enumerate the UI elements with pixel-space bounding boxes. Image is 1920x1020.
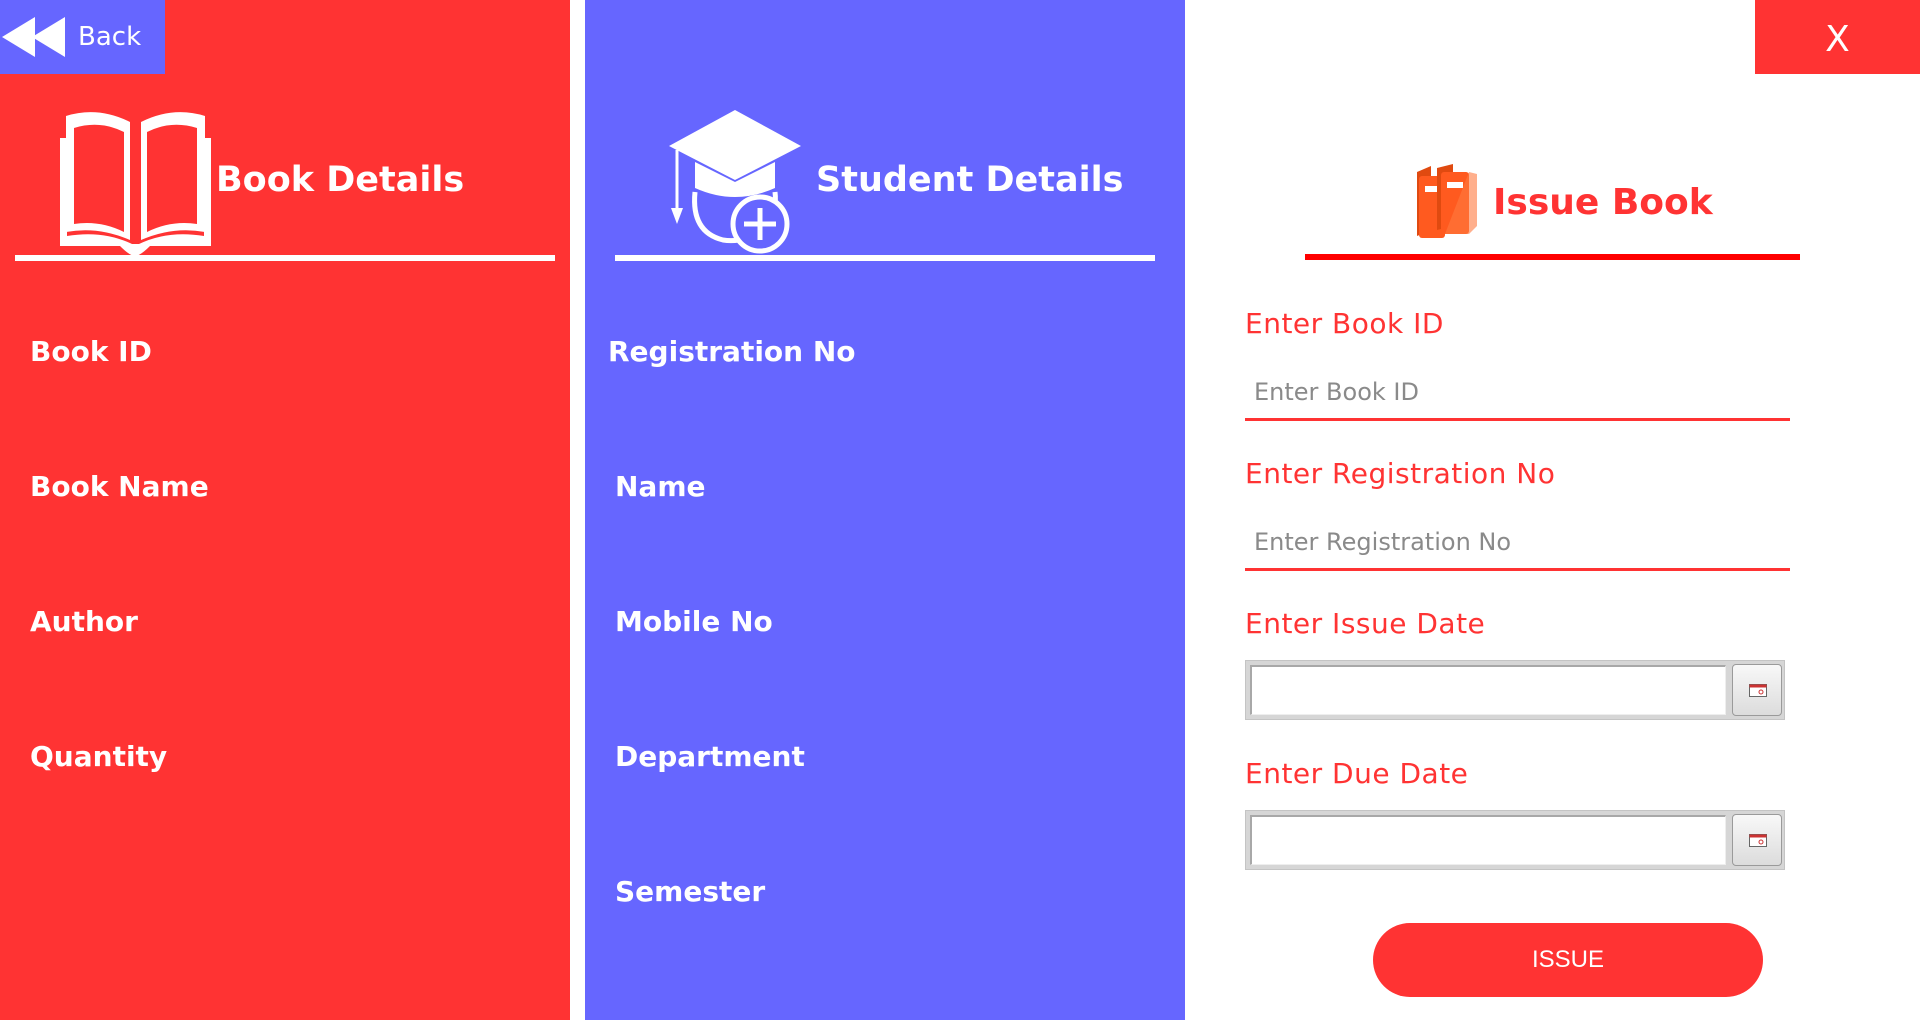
- book-id-label: Book ID: [30, 335, 152, 368]
- rewind-icon: [2, 17, 65, 57]
- open-book-icon: [60, 112, 211, 256]
- issue-button[interactable]: ISSUE: [1373, 923, 1763, 997]
- issue-date-field[interactable]: [1250, 665, 1726, 715]
- back-button[interactable]: Back: [0, 0, 165, 74]
- mobile-no-label: Mobile No: [615, 605, 773, 638]
- issue-book-title: Issue Book: [1493, 182, 1713, 223]
- student-details-divider: [615, 255, 1155, 261]
- book-details-panel: Book Details Book ID Book Name Author Qu…: [0, 0, 570, 1020]
- book-id-input[interactable]: [1245, 365, 1790, 421]
- due-date-label: Enter Due Date: [1245, 757, 1469, 790]
- issue-book-panel: Issue Book Enter Book ID Enter Registrat…: [1185, 0, 1920, 1020]
- back-label: Back: [78, 22, 142, 52]
- book-name-label: Book Name: [30, 470, 209, 503]
- book-details-title: Book Details: [216, 160, 465, 200]
- books-icon: [1417, 164, 1477, 238]
- due-date-calendar-button[interactable]: [1732, 814, 1782, 866]
- issue-date-calendar-button[interactable]: [1732, 664, 1782, 716]
- book-id-input-label: Enter Book ID: [1245, 307, 1444, 340]
- name-label: Name: [615, 470, 706, 503]
- book-details-divider: [15, 255, 555, 261]
- calendar-icon: [1749, 684, 1767, 697]
- student-details-title: Student Details: [816, 160, 1124, 200]
- registration-no-label: Registration No: [608, 335, 856, 368]
- calendar-icon: [1749, 834, 1767, 847]
- semester-label: Semester: [615, 875, 766, 908]
- due-date-field[interactable]: [1250, 815, 1726, 865]
- department-label: Department: [615, 740, 805, 773]
- student-details-panel: Student Details Registration No Name Mob…: [585, 0, 1185, 1020]
- author-label: Author: [30, 605, 138, 638]
- registration-no-input-label: Enter Registration No: [1245, 457, 1556, 490]
- issue-date-picker: [1245, 660, 1785, 720]
- graduate-add-icon: [669, 110, 801, 254]
- quantity-label: Quantity: [30, 740, 168, 773]
- due-date-picker: [1245, 810, 1785, 870]
- close-button[interactable]: X: [1755, 0, 1920, 74]
- issue-date-label: Enter Issue Date: [1245, 607, 1486, 640]
- issue-book-divider: [1305, 254, 1800, 260]
- registration-no-input[interactable]: [1245, 515, 1790, 571]
